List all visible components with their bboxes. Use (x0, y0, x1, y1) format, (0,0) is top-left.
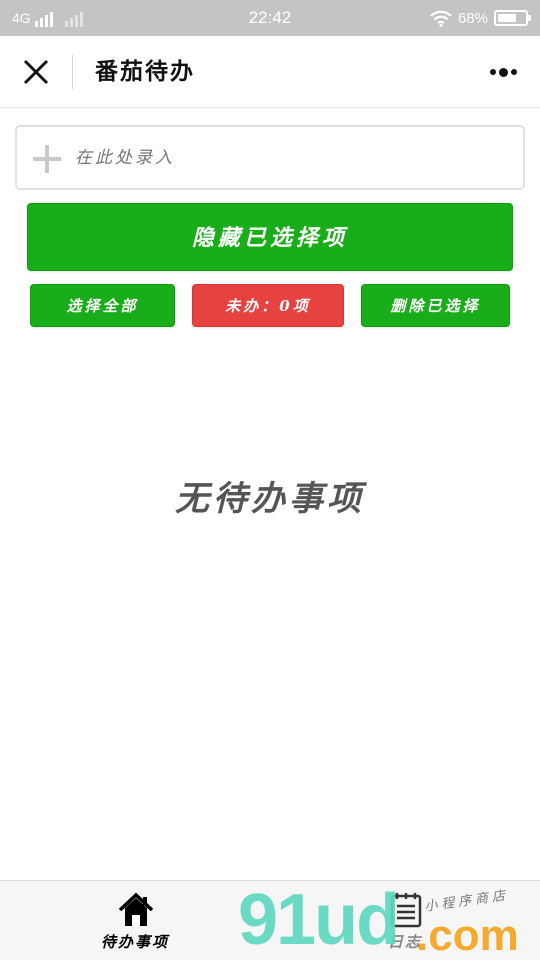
tab-todo[interactable]: 待办事项 (45, 881, 225, 960)
status-bar: 4G 22:42 68% (0, 0, 540, 36)
more-dots-icon (489, 67, 517, 77)
wifi-icon (430, 10, 452, 27)
delete-selected-button[interactable]: 删除已选择 (361, 284, 510, 327)
more-button[interactable] (486, 60, 520, 84)
nav-bar: 番茄待办 (0, 36, 540, 108)
status-right-group: 68% (430, 8, 531, 28)
battery-icon (494, 10, 531, 26)
todo-input[interactable] (75, 137, 505, 179)
nav-divider (72, 55, 73, 89)
plus-icon (33, 145, 61, 173)
home-icon (118, 892, 154, 926)
close-icon (23, 59, 49, 85)
notepad-icon (390, 893, 422, 928)
tab-log[interactable]: 日志 (315, 881, 495, 960)
tab-todo-label: 待办事项 (100, 933, 169, 951)
tab-bar: 待办事项 日志 (0, 880, 540, 960)
todo-input-container[interactable] (15, 125, 525, 190)
pending-count-button[interactable]: 未办：0项 (192, 284, 344, 327)
select-all-button[interactable]: 选择全部 (30, 284, 175, 327)
hide-selected-button[interactable]: 隐藏已选择项 (27, 203, 513, 271)
battery-level (498, 14, 516, 22)
close-button[interactable] (18, 54, 54, 90)
tab-log-label: 日志 (387, 933, 422, 951)
empty-state-text: 无待办事项 (175, 479, 365, 519)
page-title: 番茄待办 (95, 58, 195, 85)
battery-percent: 68% (457, 9, 488, 27)
